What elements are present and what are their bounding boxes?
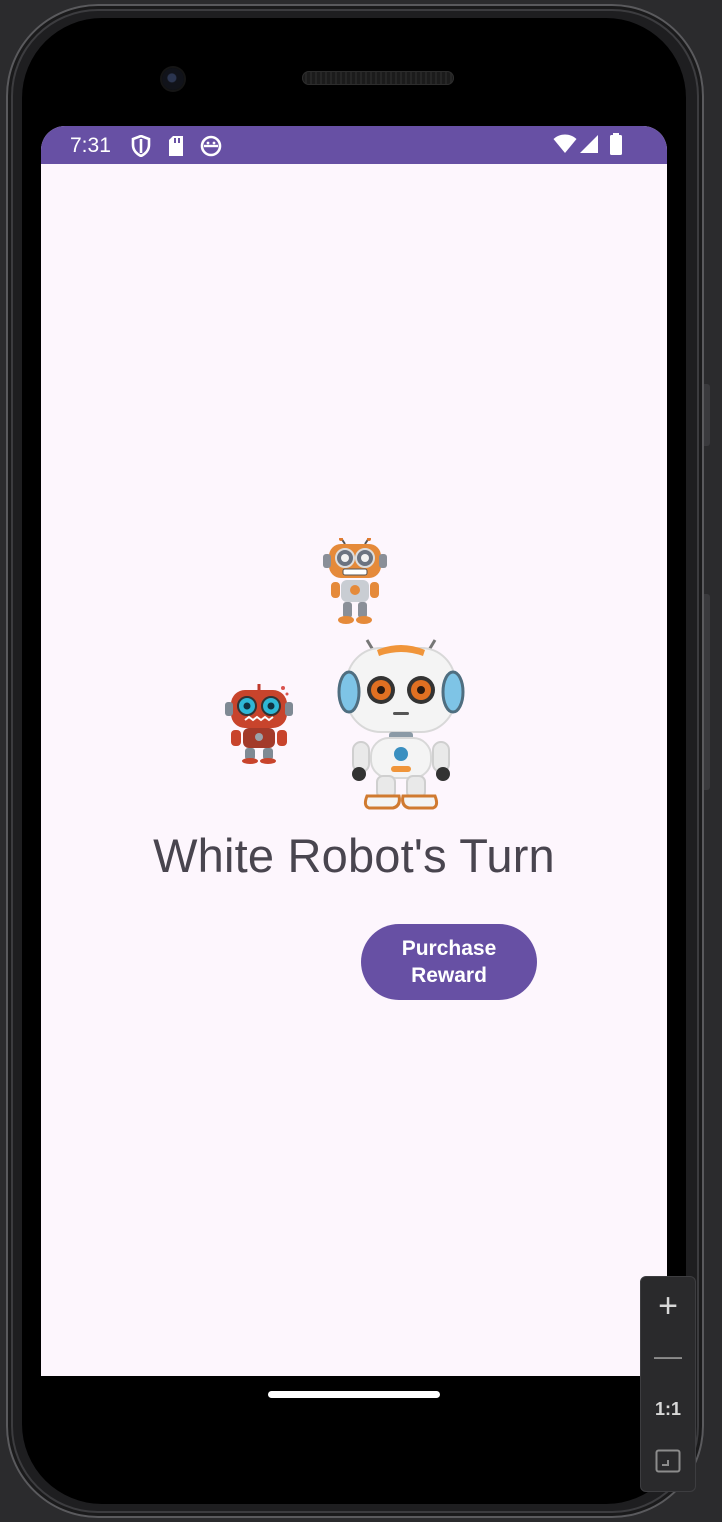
white-robot[interactable] [337, 638, 465, 810]
turn-indicator: White Robot's Turn [153, 829, 555, 882]
status-bar: 7:31 [41, 126, 667, 164]
power-button[interactable] [704, 594, 710, 790]
front-camera [162, 68, 184, 90]
orange-robot[interactable] [319, 538, 391, 624]
fit-screen-icon[interactable] [655, 1449, 681, 1473]
purchase-reward-button[interactable]: Purchase Reward [361, 924, 537, 1000]
volume-up-button[interactable] [704, 384, 710, 446]
sd-card-icon [169, 136, 183, 156]
cell-signal-icon [580, 135, 598, 153]
red-robot[interactable] [223, 682, 295, 764]
shield-icon [131, 135, 151, 157]
status-time: 7:31 [70, 134, 111, 157]
zoom-out-button[interactable]: — [641, 1339, 695, 1373]
gesture-nav-handle[interactable] [268, 1391, 440, 1398]
battery-icon [610, 133, 622, 155]
emulator-zoom-panel: + — 1:1 [640, 1276, 696, 1492]
earpiece-speaker [302, 71, 454, 85]
robot-face-icon [200, 135, 222, 157]
wifi-icon [553, 134, 577, 153]
app-screen: 7:31 White Robot's Turn Purchase Reward [41, 126, 667, 1376]
zoom-in-button[interactable]: + [641, 1289, 695, 1323]
actual-size-button[interactable]: 1:1 [641, 1397, 695, 1421]
